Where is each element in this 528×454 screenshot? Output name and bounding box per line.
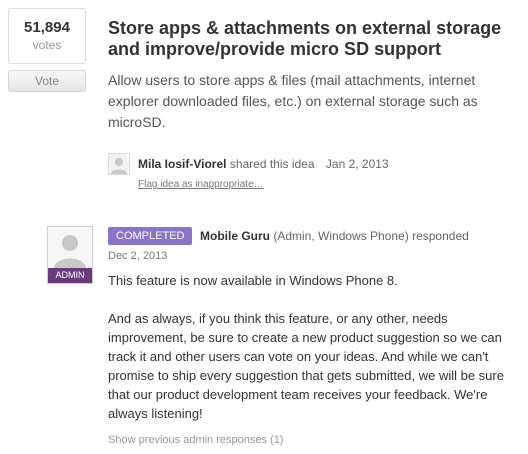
response-text: This feature is now available in Windows… <box>108 271 518 442</box>
responder-line: Mobile Guru (Admin, Windows Phone) respo… <box>200 229 469 243</box>
response-date: Dec 2, 2013 <box>108 250 168 262</box>
vote-button[interactable]: Vote <box>8 70 86 92</box>
admin-avatar: ADMIN <box>47 226 93 284</box>
show-previous-responses-link[interactable]: Show previous admin responses (1) <box>108 434 283 446</box>
author-line: Mila Iosif-Viorel shared this idea Jan 2… <box>138 157 389 171</box>
idea-description: Allow users to store apps & files (mail … <box>108 72 478 130</box>
shared-text: shared this idea <box>229 157 315 171</box>
idea-title[interactable]: Store apps & attachments on external sto… <box>108 18 518 60</box>
admin-badge: ADMIN <box>48 268 92 283</box>
response-paragraph: This feature is now available in Windows… <box>108 273 398 288</box>
admin-silhouette-icon <box>48 227 92 269</box>
author-name[interactable]: Mila Iosif-Viorel <box>138 157 226 171</box>
vote-box: 51,894 votes <box>8 8 86 64</box>
responder-role: (Admin, Windows Phone) <box>273 229 409 243</box>
vote-count: 51,894 <box>24 19 70 36</box>
votes-label: votes <box>32 38 62 52</box>
response-paragraph: And as always, if you think this feature… <box>108 311 504 421</box>
flag-idea-link[interactable]: Flag idea as inappropriate… <box>138 179 264 190</box>
responded-text: responded <box>412 229 469 243</box>
author-avatar[interactable] <box>108 153 130 175</box>
idea-date: Jan 2, 2013 <box>325 157 389 171</box>
status-badge: COMPLETED <box>108 227 193 245</box>
user-silhouette-icon <box>109 154 129 174</box>
responder-name: Mobile Guru <box>200 229 270 243</box>
